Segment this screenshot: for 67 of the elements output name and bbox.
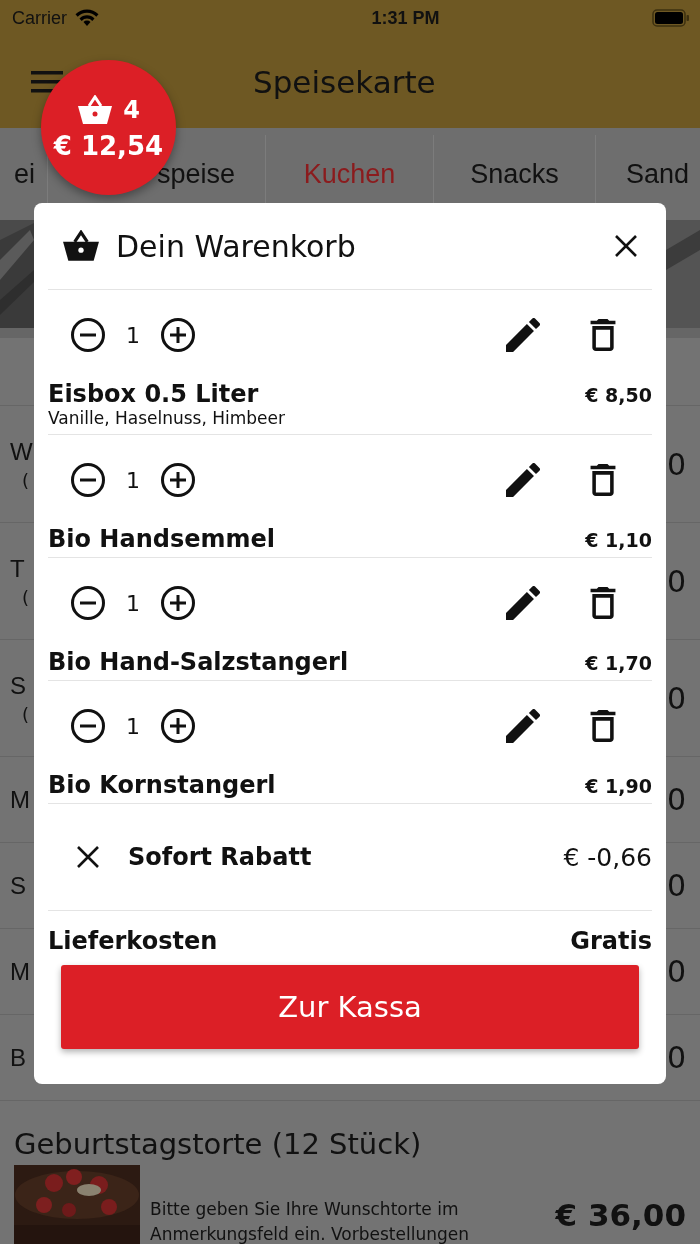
cart-count: 4: [123, 95, 140, 124]
dish-price: 0: [666, 1040, 686, 1075]
item-name: Bio Kornstangerl: [48, 771, 276, 799]
minus-icon[interactable]: [70, 317, 106, 353]
quantity: 1: [126, 590, 140, 616]
discount-label: Sofort Rabatt: [128, 843, 312, 871]
trash-icon[interactable]: [590, 319, 616, 351]
battery-icon: [652, 9, 690, 27]
pencil-icon[interactable]: [506, 586, 540, 620]
item-name: Bio Handsemmel: [48, 525, 275, 553]
quantity: 1: [126, 467, 140, 493]
dish-note: (: [22, 586, 30, 608]
quantity: 1: [126, 713, 140, 739]
item-price: € 1,10: [585, 529, 652, 551]
dish-name: S: [10, 671, 27, 700]
dish-name: T: [10, 554, 26, 583]
dish-description: Bitte geben Sie Ihre Wunschtorte im Anmerkungsfeld ein. Vorbestellungen: [150, 1198, 470, 1244]
item-price: € 1,70: [585, 652, 652, 674]
quantity: 1: [126, 322, 140, 348]
trash-icon[interactable]: [590, 710, 616, 742]
checkout-button[interactable]: Zur Kassa: [61, 965, 639, 1049]
menu-icon[interactable]: [31, 70, 63, 94]
dish-price: 0: [666, 954, 686, 989]
wifi-icon: [75, 9, 99, 27]
item-name: Eisbox 0.5 Liter: [48, 380, 259, 408]
item-price: € 8,50: [585, 384, 652, 406]
plus-icon[interactable]: [160, 708, 196, 744]
pencil-icon[interactable]: [506, 709, 540, 743]
dish-price: 0: [666, 563, 686, 599]
trash-icon[interactable]: [590, 587, 616, 619]
basket-icon: [77, 94, 114, 125]
item-price: € 1,90: [585, 775, 652, 797]
dish-note: (: [22, 703, 30, 725]
dish-price: 0: [666, 868, 686, 903]
trash-icon[interactable]: [590, 464, 616, 496]
status-time: 1:31 PM: [371, 7, 440, 29]
pencil-icon[interactable]: [506, 318, 540, 352]
basket-icon: [62, 230, 100, 262]
close-icon[interactable]: [614, 234, 638, 258]
dish-note: (: [22, 469, 31, 491]
plus-icon[interactable]: [160, 462, 196, 498]
dialog-title: Dein Warenkorb: [116, 228, 357, 264]
minus-icon[interactable]: [70, 585, 106, 621]
delivery-label: Lieferkosten: [48, 927, 218, 955]
app-title: Speisekarte: [253, 64, 436, 100]
item-options: Vanille, Haselnuss, Himbeer: [48, 408, 652, 430]
item-name: Bio Hand-Salzstangerl: [48, 648, 349, 676]
pencil-icon[interactable]: [506, 463, 540, 497]
category-tab[interactable]: Sand: [596, 135, 700, 213]
delivery-value: Gratis: [570, 927, 652, 955]
carrier-label: Carrier: [12, 7, 67, 29]
discount-amount: € -0,66: [563, 842, 652, 872]
dish-price: € 36,00: [555, 1197, 686, 1233]
dish-name: M: [10, 785, 30, 814]
dish-price: 0: [666, 446, 686, 482]
dish-price: 0: [666, 680, 686, 716]
plus-icon[interactable]: [160, 585, 196, 621]
dish-price: 0: [666, 782, 686, 817]
dish-name: Geburtstagstorte (12 Stück): [14, 1127, 423, 1161]
dish-name: M: [10, 957, 30, 986]
plus-icon[interactable]: [160, 317, 196, 353]
minus-icon[interactable]: [70, 708, 106, 744]
dish-name: W: [10, 437, 33, 466]
dish-name: S: [10, 871, 26, 900]
close-icon[interactable]: [76, 845, 100, 869]
minus-icon[interactable]: [70, 462, 106, 498]
dish-name: B: [10, 1043, 26, 1072]
